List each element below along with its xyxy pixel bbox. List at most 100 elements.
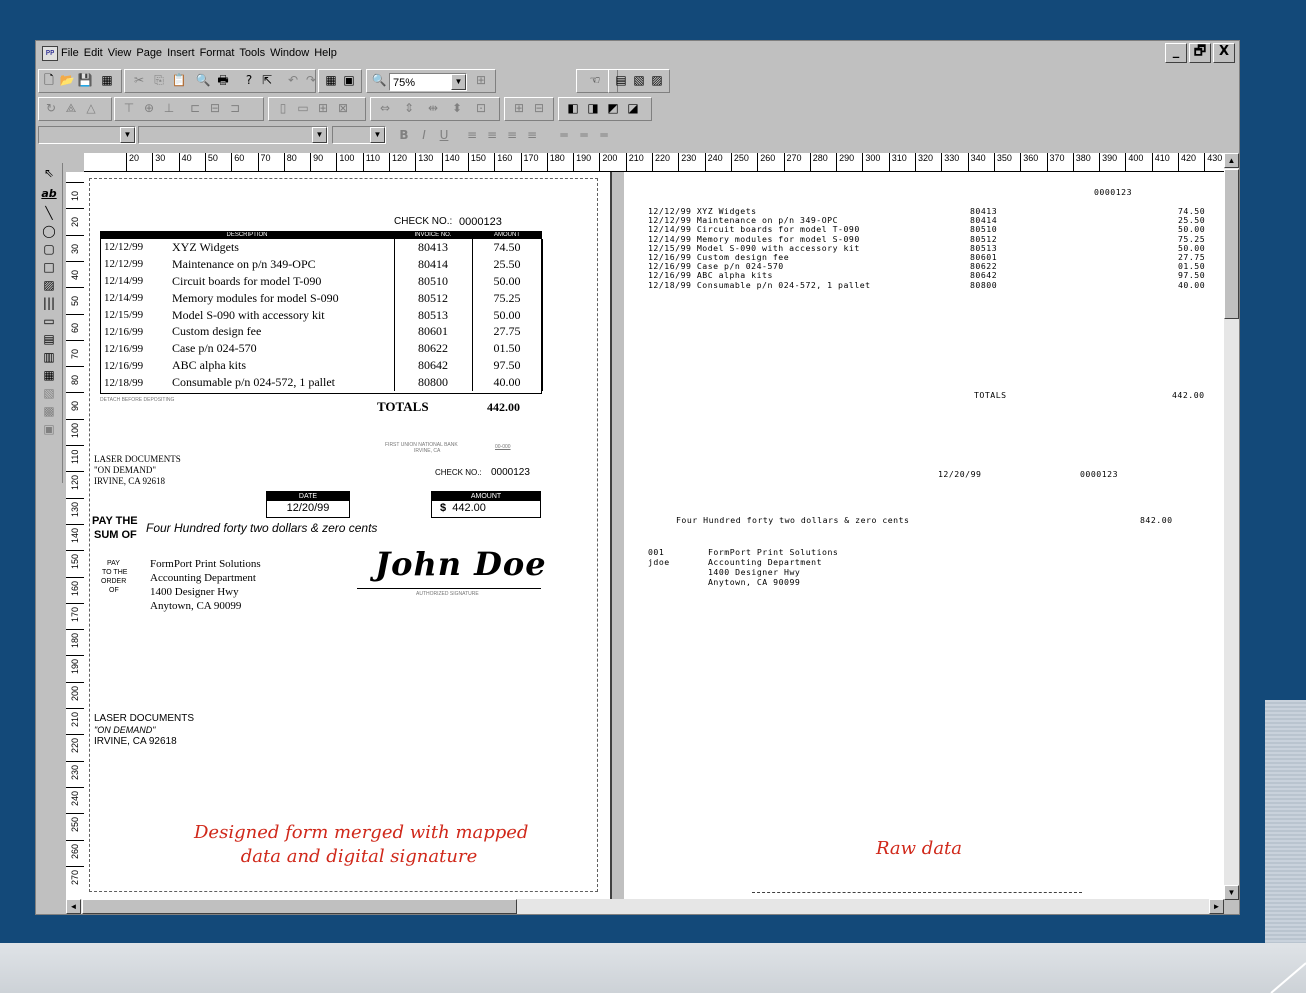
menu-help[interactable]: Help xyxy=(313,41,341,65)
pointer-icon[interactable]: ⇖ xyxy=(39,165,59,182)
field-tool-icon[interactable]: ▭ xyxy=(39,313,59,330)
space-across-icon[interactable]: ⇔ xyxy=(377,100,393,116)
menu-file[interactable]: File xyxy=(60,41,83,65)
justify-text-icon[interactable]: ≡ xyxy=(524,127,540,143)
center-v-icon[interactable]: ⬍ xyxy=(449,100,465,116)
rotate-icon[interactable]: ↻ xyxy=(43,100,59,116)
same-width-icon[interactable]: ▭ xyxy=(295,100,311,116)
ellipse-tool-icon[interactable]: ◯ xyxy=(39,223,59,240)
print-preview-icon[interactable]: 🔍 xyxy=(195,72,211,88)
horizontal-scrollbar[interactable]: ◄ ► xyxy=(66,899,1224,914)
zoom-icon[interactable]: 🔍 xyxy=(371,72,387,88)
same-size-icon[interactable]: ⊞ xyxy=(315,100,331,116)
data-list-icon[interactable]: ▩ xyxy=(39,403,59,420)
scroll-up-icon[interactable]: ▲ xyxy=(1224,153,1239,168)
data-field-icon[interactable]: ▤ xyxy=(39,331,59,348)
copy-icon[interactable]: ⎘ xyxy=(151,72,167,88)
align-top-icon[interactable]: ⊤ xyxy=(121,100,137,116)
close-button[interactable]: X xyxy=(1213,43,1235,63)
rounded-rect-tool-icon[interactable]: ▢ xyxy=(39,241,59,258)
table-split-icon[interactable]: ⊟ xyxy=(531,100,547,116)
vertical-scrollbar[interactable]: ▲ ▼ xyxy=(1224,153,1239,900)
backward-icon[interactable]: ◪ xyxy=(625,100,641,116)
bring-front-icon[interactable]: ◧ xyxy=(565,100,581,116)
minimize-button[interactable]: _ xyxy=(1165,43,1187,63)
help-icon[interactable]: ? xyxy=(241,72,257,88)
horizontal-scroll-thumb[interactable] xyxy=(82,899,517,914)
group-icon[interactable]: ⊡ xyxy=(473,100,489,116)
barcode-tool-icon[interactable]: ||| xyxy=(39,295,59,312)
align-right-text-icon[interactable]: ≡ xyxy=(504,127,520,143)
same-height-icon[interactable]: ▯ xyxy=(275,100,291,116)
image-edit-icon[interactable]: ▧ xyxy=(631,72,647,88)
line-tool-icon[interactable]: ╲ xyxy=(39,205,59,222)
chevron-down-icon[interactable]: ▼ xyxy=(370,127,385,143)
menu-edit[interactable]: Edit xyxy=(83,41,107,65)
save-icon[interactable]: 💾 xyxy=(77,72,93,88)
cut-icon[interactable]: ✂ xyxy=(131,72,147,88)
data-table-icon[interactable]: ▦ xyxy=(39,367,59,384)
fit-icon[interactable]: ⊞ xyxy=(473,72,489,88)
undo-icon[interactable]: ↶ xyxy=(285,72,301,88)
flip-icon[interactable]: ⟁ xyxy=(63,100,79,116)
fit-width-icon[interactable]: ⊠ xyxy=(335,100,351,116)
align-left-text-icon[interactable]: ≡ xyxy=(464,127,480,143)
page-icon[interactable]: ▤ xyxy=(613,72,629,88)
pay-label: PAY xyxy=(107,560,120,567)
snap-icon[interactable]: ▣ xyxy=(341,72,357,88)
line-thin-icon[interactable]: ═ xyxy=(556,127,572,143)
menu-page[interactable]: Page xyxy=(135,41,166,65)
table-icon[interactable]: ⊞ xyxy=(511,100,527,116)
paste-icon[interactable]: 📋 xyxy=(171,72,187,88)
align-center-icon[interactable]: ⊟ xyxy=(207,100,223,116)
align-left-icon[interactable]: ⊏ xyxy=(187,100,203,116)
chevron-down-icon[interactable]: ▼ xyxy=(451,74,466,90)
image-tool-icon[interactable]: ▨ xyxy=(39,277,59,294)
chevron-down-icon[interactable]: ▼ xyxy=(120,127,135,143)
hand-icon[interactable]: ☜ xyxy=(587,72,603,88)
underline-button[interactable]: U xyxy=(436,127,452,143)
scroll-right-icon[interactable]: ► xyxy=(1209,899,1224,914)
app-icon[interactable]: PP xyxy=(42,46,58,61)
menu-window[interactable]: Window xyxy=(269,41,313,65)
align-center-text-icon[interactable]: ≡ xyxy=(484,127,500,143)
menu-insert[interactable]: Insert xyxy=(166,41,199,65)
grid-icon[interactable]: ▦ xyxy=(323,72,339,88)
space-down-icon[interactable]: ⇕ xyxy=(401,100,417,116)
font-size-select[interactable]: ▼ xyxy=(332,126,386,144)
line-medium-icon[interactable]: ═ xyxy=(576,127,592,143)
data-image-icon[interactable]: ▥ xyxy=(39,349,59,366)
rectangle-tool-icon[interactable]: □ xyxy=(39,259,59,276)
menu-format[interactable]: Format xyxy=(199,41,239,65)
align-right-icon[interactable]: ⊐ xyxy=(227,100,243,116)
open-icon[interactable]: 📂 xyxy=(59,72,75,88)
restore-button[interactable]: 🗗 xyxy=(1189,43,1211,63)
style-select[interactable]: ▼ xyxy=(38,126,136,144)
italic-button[interactable]: I xyxy=(416,127,432,143)
scroll-left-icon[interactable]: ◄ xyxy=(66,899,81,914)
zoom-select[interactable]: 75% ▼ xyxy=(389,73,467,91)
new-icon[interactable]: 🗋 xyxy=(41,72,57,88)
redo-icon[interactable]: ↷ xyxy=(303,72,319,88)
data-chart-icon[interactable]: ▣ xyxy=(39,421,59,438)
font-select[interactable]: ▼ xyxy=(138,126,328,144)
image-icon[interactable]: ▦ xyxy=(99,72,115,88)
chevron-down-icon[interactable]: ▼ xyxy=(312,127,327,143)
menu-tools[interactable]: Tools xyxy=(238,41,269,65)
properties-icon[interactable]: ▨ xyxy=(649,72,665,88)
context-help-icon[interactable]: ⇱ xyxy=(259,72,275,88)
forward-icon[interactable]: ◩ xyxy=(605,100,621,116)
print-icon[interactable]: 🖶 xyxy=(215,72,231,88)
vertical-scroll-thumb[interactable] xyxy=(1224,169,1239,319)
align-middle-icon[interactable]: ⊕ xyxy=(141,100,157,116)
menu-view[interactable]: View xyxy=(107,41,136,65)
line-thick-icon[interactable]: ═ xyxy=(596,127,612,143)
bold-button[interactable]: B xyxy=(396,127,412,143)
align-bottom-icon[interactable]: ⊥ xyxy=(161,100,177,116)
data-group-icon[interactable]: ▧ xyxy=(39,385,59,402)
text-tool-icon[interactable]: ab xyxy=(39,185,59,202)
scroll-down-icon[interactable]: ▼ xyxy=(1224,885,1239,900)
mirror-icon[interactable]: △ xyxy=(83,100,99,116)
center-h-icon[interactable]: ⇹ xyxy=(425,100,441,116)
send-back-icon[interactable]: ◨ xyxy=(585,100,601,116)
